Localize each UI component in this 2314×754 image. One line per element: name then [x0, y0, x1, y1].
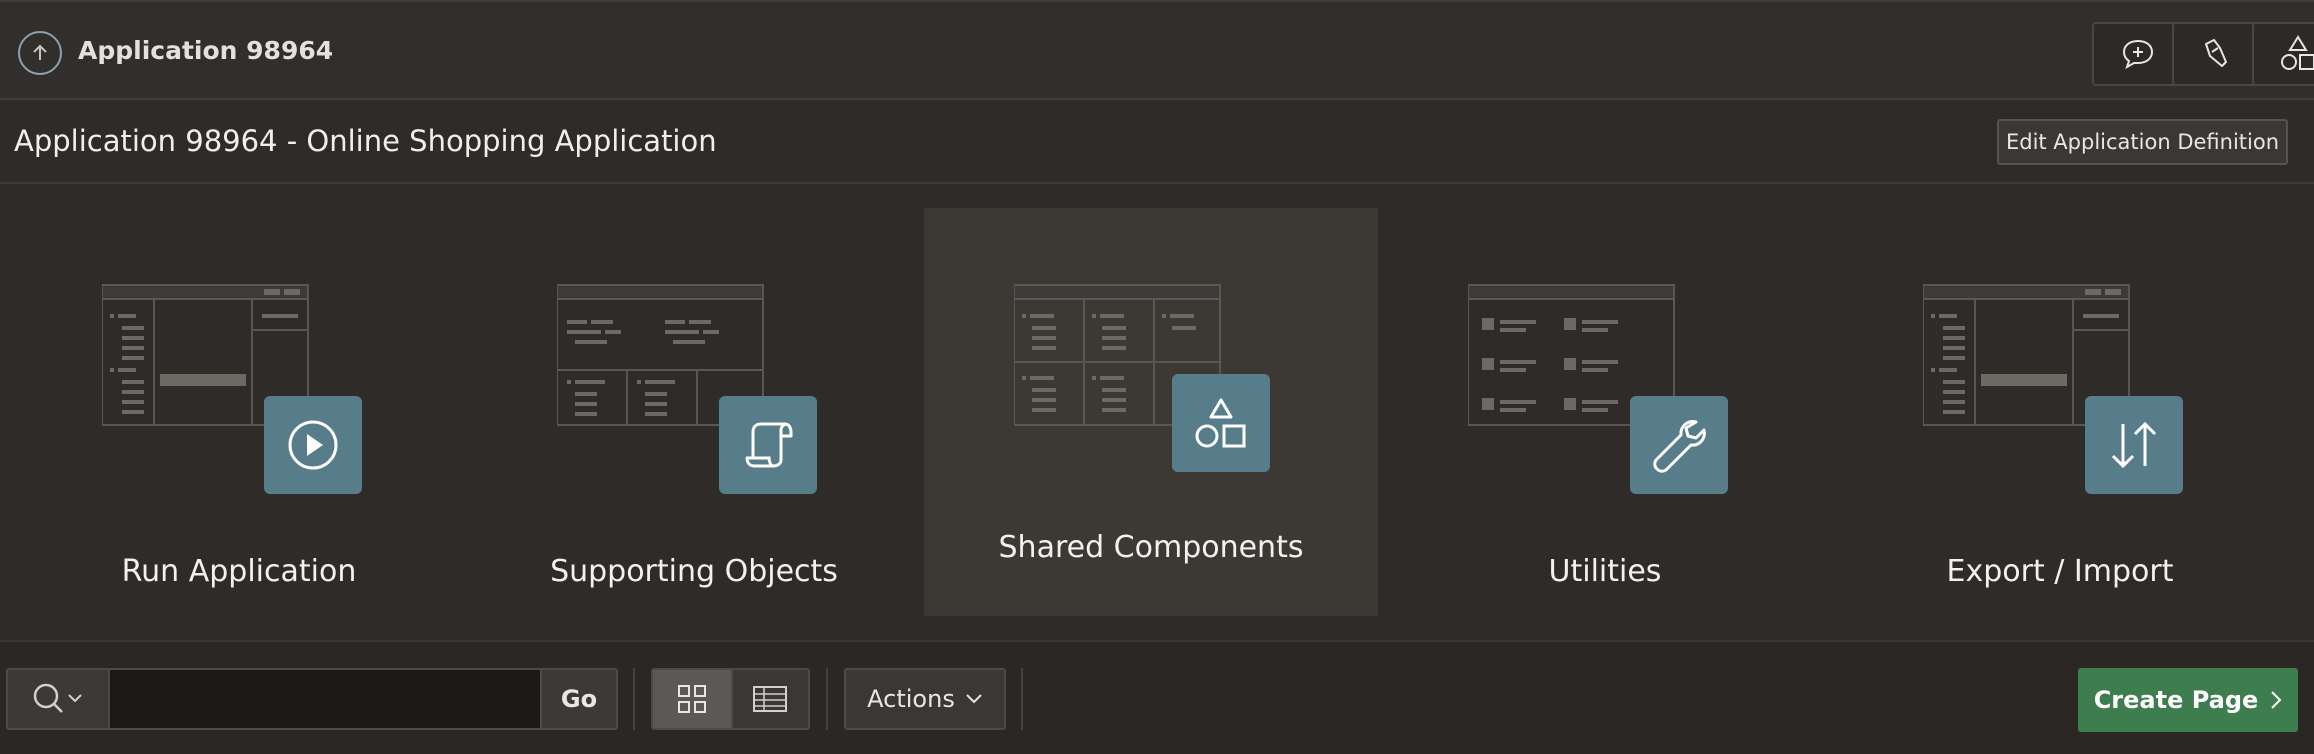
edit-application-definition-button[interactable]: Edit Application Definition: [1997, 119, 2288, 165]
tile-label: Supporting Objects: [550, 554, 838, 589]
shapes-badge: [1172, 374, 1270, 472]
tile-label: Shared Components: [998, 530, 1304, 565]
tile-shared-components[interactable]: Shared Components: [924, 208, 1378, 616]
arrows-badge: [2085, 396, 2183, 494]
play-icon: [288, 420, 338, 470]
flashlight-icon: [2205, 39, 2227, 67]
shapes-icon: [2281, 35, 2314, 70]
tile-export-import[interactable]: Export / Import: [1833, 208, 2287, 616]
chat-plus-icon: [2122, 39, 2154, 70]
page-title: Application 98964 - Online Shopping Appl…: [14, 124, 717, 158]
page-header: Application 98964 - Online Shopping Appl…: [0, 100, 2314, 184]
wrench-badge: [1630, 396, 1728, 494]
application-tiles: Run Application Supporting Objects Share…: [0, 184, 2314, 640]
actions-menu-button[interactable]: Actions: [844, 668, 1006, 730]
arrows-up-down-icon: [2111, 421, 2157, 469]
scroll-icon: [745, 422, 793, 468]
chevron-right-icon: [2271, 691, 2282, 709]
toolbar-divider: [633, 668, 635, 730]
toolbar-divider: [826, 668, 828, 730]
grid-icon: [677, 685, 706, 713]
go-button[interactable]: Go: [540, 670, 616, 728]
search-icon: [33, 683, 82, 713]
search-bar: Go: [6, 668, 618, 730]
quick-sql-button[interactable]: [2172, 22, 2264, 86]
actions-label: Actions: [867, 685, 955, 713]
bottom-toolbar: Go Actions Create Page: [0, 640, 2314, 754]
tile-label: Utilities: [1548, 554, 1662, 589]
wrench-icon: [1653, 420, 1706, 473]
create-page-label: Create Page: [2093, 686, 2259, 714]
create-page-button[interactable]: Create Page: [2078, 668, 2298, 732]
chevron-down-icon: [966, 694, 982, 704]
tile-label: Export / Import: [1946, 554, 2174, 589]
tile-utilities[interactable]: Utilities: [1378, 208, 1832, 616]
shared-components-shortcut-button[interactable]: [2252, 22, 2314, 86]
search-input[interactable]: [110, 670, 540, 728]
shapes-icon: [1195, 398, 1246, 448]
icon-view-button[interactable]: [653, 670, 731, 728]
view-mode-toggle: [651, 668, 810, 730]
play-badge: [264, 396, 362, 494]
feedback-button[interactable]: [2092, 22, 2184, 86]
application-name: Application 98964: [78, 36, 334, 65]
report-view-button[interactable]: [730, 670, 808, 728]
arrow-up-icon: [33, 44, 47, 60]
table-icon: [753, 686, 788, 712]
toolbar-divider: [1021, 668, 1023, 730]
top-bar: Application 98964: [0, 0, 2314, 100]
navigate-up-button[interactable]: [18, 31, 62, 75]
scroll-badge: [719, 396, 817, 494]
search-options-button[interactable]: [8, 670, 110, 728]
tile-supporting-objects[interactable]: Supporting Objects: [467, 208, 921, 616]
chevron-down-icon: [68, 694, 82, 703]
tile-label: Run Application: [121, 554, 357, 589]
tile-run-application[interactable]: Run Application: [12, 208, 466, 616]
